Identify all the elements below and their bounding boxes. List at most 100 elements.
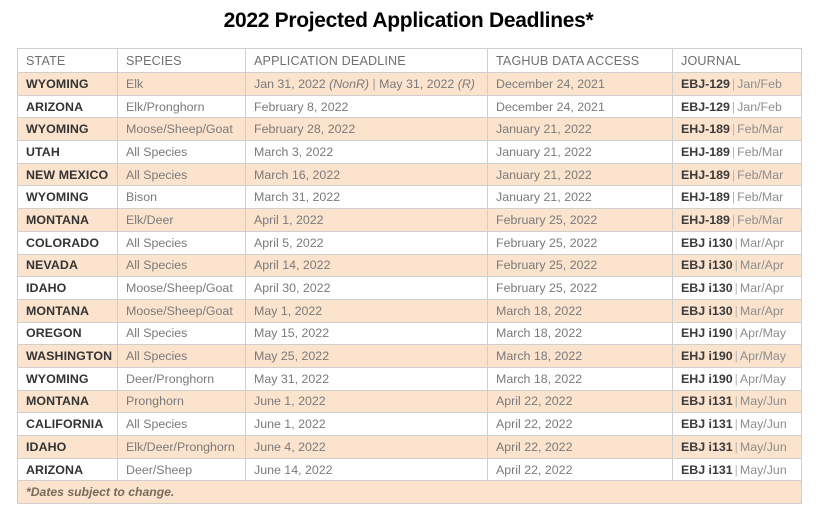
- cell-journal: EBJ i131 | May/Jun: [672, 389, 802, 414]
- cell-species: All Species: [117, 230, 246, 255]
- cell-species: All Species: [117, 412, 246, 436]
- cell-application-deadline: March 31, 2022: [245, 185, 488, 210]
- cell-state: WYOMING: [17, 72, 118, 96]
- journal-code: EHJ i190: [681, 349, 733, 364]
- cell-application-deadline: April 5, 2022: [245, 230, 488, 255]
- cell-application-deadline: June 4, 2022: [245, 435, 488, 459]
- cell-journal: EBJ-129 | Jan/Feb: [672, 94, 802, 119]
- journal-separator: |: [734, 439, 738, 454]
- column-header-deadline: APPLICATION DEADLINE: [245, 48, 488, 73]
- cell-journal: EBJ i130 | Mar/Apr: [672, 230, 802, 255]
- cell-journal: EBJ i130 | Mar/Apr: [672, 253, 802, 278]
- cell-state: IDAHO: [17, 276, 118, 300]
- cell-state: CALIFORNIA: [17, 412, 118, 436]
- cell-journal: EBJ i130 | Mar/Apr: [672, 298, 802, 323]
- cell-journal: EBJ i131 | May/Jun: [672, 457, 802, 482]
- journal-issue: Mar/Apr: [739, 235, 784, 250]
- journal-code: EBJ i130: [681, 281, 733, 296]
- table-body: WYOMING Elk Jan 31, 2022 (NonR) | May 31, …: [17, 72, 802, 505]
- cell-taghub-data-access: February 25, 2022: [487, 253, 673, 278]
- table-header-row: STATE SPECIES APPLICATION DEADLINE TAGHU…: [17, 48, 802, 73]
- cell-state: NEVADA: [17, 253, 118, 278]
- page-title: 2022 Projected Application Deadlines*: [223, 9, 594, 32]
- journal-code: EBJ i130: [681, 235, 733, 250]
- column-header-species: SPECIES: [117, 48, 246, 73]
- cell-application-deadline: June 1, 2022: [245, 389, 488, 414]
- deadlines-page: 2022 Projected Application Deadlines* ST…: [0, 0, 817, 514]
- table-row: NEVADA All Species April 14, 2022 February …: [17, 253, 802, 278]
- cell-journal: EHJ-189 | Feb/Mar: [672, 140, 802, 164]
- table-row: WYOMING Moose/Sheep/Goat February 28, 2022…: [17, 117, 802, 142]
- table-row: ARIZONA Deer/Sheep June 14, 2022 April 22, …: [17, 457, 802, 482]
- journal-issue: Mar/Apr: [739, 303, 784, 318]
- journal-separator: |: [734, 417, 738, 432]
- cell-species: Elk/Deer: [117, 208, 246, 232]
- journal-issue: Jan/Feb: [737, 99, 782, 114]
- cell-species: All Species: [117, 162, 246, 187]
- cell-journal: EHJ-189 | Feb/Mar: [672, 117, 802, 142]
- table-header: STATE SPECIES APPLICATION DEADLINE TAGHU…: [17, 48, 802, 73]
- journal-code: EBJ-129: [681, 76, 730, 91]
- deadline-segment: (NonR): [329, 76, 370, 91]
- deadline-segment: Jan 31, 2022: [254, 76, 330, 91]
- deadlines-table-container: STATE SPECIES APPLICATION DEADLINE TAGHU…: [17, 48, 802, 505]
- cell-application-deadline: March 3, 2022: [245, 140, 488, 164]
- cell-taghub-data-access: December 24, 2021: [487, 94, 673, 119]
- cell-journal: EBJ i130 | Mar/Apr: [672, 276, 802, 300]
- cell-state: WYOMING: [17, 185, 118, 210]
- cell-journal: EBJ i131 | May/Jun: [672, 435, 802, 459]
- cell-species: All Species: [117, 253, 246, 278]
- cell-application-deadline: Jan 31, 2022 (NonR) | May 31, 2022 (R): [245, 72, 488, 96]
- journal-issue: Feb/Mar: [737, 212, 784, 227]
- journal-code: EBJ i131: [681, 462, 733, 477]
- cell-taghub-data-access: January 21, 2022: [487, 185, 673, 210]
- deadline-segment: May 31, 2022: [379, 76, 458, 91]
- cell-species: Pronghorn: [117, 389, 246, 414]
- cell-application-deadline: April 14, 2022: [245, 253, 488, 278]
- deadline-segment: |: [369, 76, 380, 91]
- cell-taghub-data-access: February 25, 2022: [487, 230, 673, 255]
- cell-state: COLORADO: [17, 230, 118, 255]
- journal-code: EHJ-189: [681, 122, 730, 137]
- cell-species: Deer/Sheep: [117, 457, 246, 482]
- table-row: WYOMING Deer/Pronghorn May 31, 2022 March 1…: [17, 366, 802, 391]
- cell-species: Elk: [117, 72, 246, 96]
- journal-code: EBJ-129: [681, 99, 730, 114]
- cell-taghub-data-access: April 22, 2022: [487, 457, 673, 482]
- cell-state: WYOMING: [17, 366, 118, 391]
- journal-issue: Mar/Apr: [739, 281, 784, 296]
- cell-application-deadline: May 1, 2022: [245, 298, 488, 323]
- cell-species: Moose/Sheep/Goat: [117, 298, 246, 323]
- cell-taghub-data-access: January 21, 2022: [487, 117, 673, 142]
- cell-state: MONTANA: [17, 298, 118, 323]
- table-row: WYOMING Bison March 31, 2022 January 21, 20…: [17, 185, 802, 210]
- journal-code: EBJ i131: [681, 417, 733, 432]
- cell-state: WASHINGTON: [17, 344, 118, 368]
- journal-code: EHJ i190: [681, 326, 733, 341]
- cell-application-deadline: February 8, 2022: [245, 94, 488, 119]
- journal-code: EHJ i190: [681, 371, 733, 386]
- cell-taghub-data-access: April 22, 2022: [487, 389, 673, 414]
- cell-application-deadline: June 1, 2022: [245, 412, 488, 436]
- journal-issue: Apr/May: [739, 371, 787, 386]
- cell-species: All Species: [117, 140, 246, 164]
- table-row: WASHINGTON All Species May 25, 2022 March 1…: [17, 344, 802, 368]
- cell-taghub-data-access: April 22, 2022: [487, 412, 673, 436]
- journal-issue: May/Jun: [739, 417, 787, 432]
- journal-issue: Apr/May: [739, 349, 787, 364]
- cell-state: OREGON: [17, 321, 118, 346]
- journal-issue: May/Jun: [739, 462, 787, 477]
- cell-taghub-data-access: April 22, 2022: [487, 435, 673, 459]
- journal-code: EBJ i130: [681, 258, 733, 273]
- journal-code: EHJ-189: [681, 144, 730, 159]
- cell-state: MONTANA: [17, 208, 118, 232]
- cell-state: MONTANA: [17, 389, 118, 414]
- journal-separator: |: [734, 371, 738, 386]
- cell-species: Elk/Pronghorn: [117, 94, 246, 119]
- cell-journal: EHJ i190 | Apr/May: [672, 344, 802, 368]
- table-row: IDAHO Moose/Sheep/Goat April 30, 2022 Febru…: [17, 276, 802, 300]
- table-footnote-row: *Dates subject to change.: [17, 480, 802, 505]
- cell-journal: EHJ-189 | Feb/Mar: [672, 185, 802, 210]
- cell-state: ARIZONA: [17, 457, 118, 482]
- cell-taghub-data-access: March 18, 2022: [487, 344, 673, 368]
